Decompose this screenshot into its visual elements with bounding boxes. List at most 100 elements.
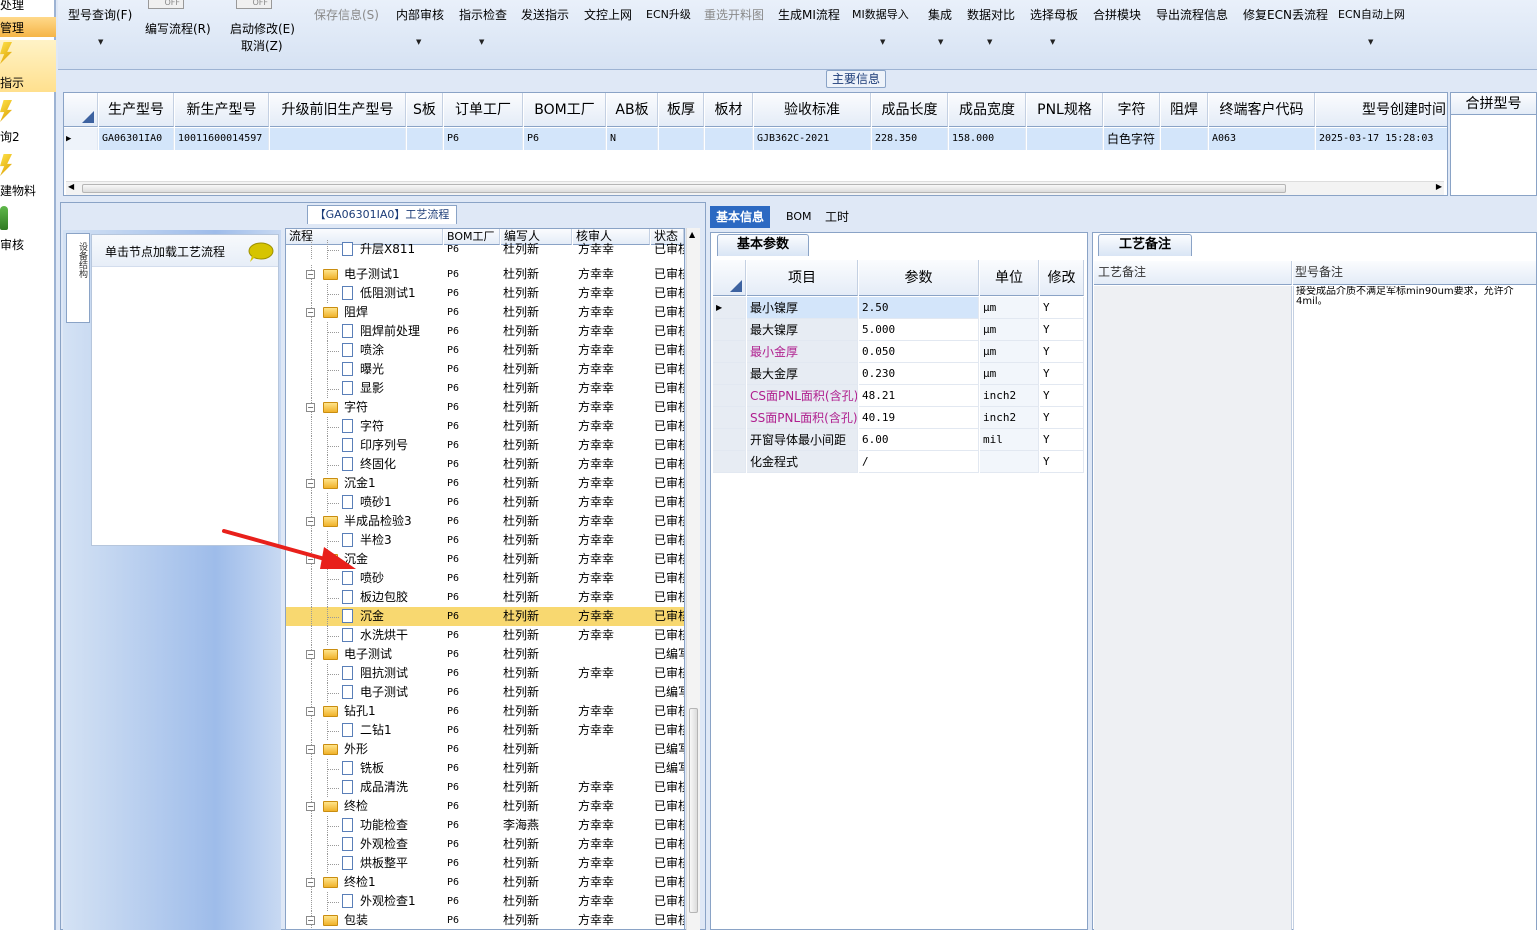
collapse-icon[interactable]: −: [306, 707, 315, 716]
tree-row[interactable]: 曝光 P6 杜列新 方幸幸 已审核: [286, 360, 684, 379]
data-compare-button[interactable]: 数据对比: [967, 6, 1015, 23]
row-indicator[interactable]: [713, 319, 746, 341]
tree-row[interactable]: 外观检查1 P6 杜列新 方幸幸 已审核: [286, 892, 684, 911]
nav-item-review[interactable]: 审核: [0, 204, 56, 252]
column-header[interactable]: 单位: [980, 260, 1039, 296]
chevron-down-icon[interactable]: ▼: [479, 38, 484, 46]
column-header[interactable]: 板厚: [659, 93, 704, 127]
column-header[interactable]: 成品宽度: [949, 93, 1026, 127]
model-note-header[interactable]: 型号备注: [1293, 261, 1536, 285]
tree-row[interactable]: − 字符 P6 杜列新 方幸幸 已审核: [286, 398, 684, 417]
tree-row[interactable]: 喷砂1 P6 杜列新 方幸幸 已审核: [286, 493, 684, 512]
grid-cell[interactable]: [659, 128, 704, 150]
collapse-icon[interactable]: −: [306, 878, 315, 887]
param-row[interactable]: SS面PNL面积(含孔) 40.19 inch2 Y: [713, 407, 1084, 429]
internal-review-button[interactable]: 内部审核: [396, 6, 444, 23]
column-header[interactable]: 验收标准: [754, 93, 871, 127]
toggle-switch[interactable]: OFF: [236, 0, 272, 9]
tab-bom[interactable]: BOM: [780, 206, 818, 228]
collapse-icon[interactable]: −: [306, 308, 315, 317]
column-header[interactable]: 参数: [859, 260, 979, 296]
collapse-icon[interactable]: −: [306, 517, 315, 526]
nav-item-process[interactable]: 处理: [0, 0, 56, 12]
column-header[interactable]: AB板: [607, 93, 658, 127]
ecn-upgrade-button[interactable]: ECN升级: [646, 6, 691, 22]
process-note-field[interactable]: [1094, 286, 1292, 930]
generate-mi-flow-button[interactable]: 生成MI流程: [778, 6, 840, 23]
column-header[interactable]: 订单工厂: [444, 93, 523, 127]
grid-cell[interactable]: [270, 128, 406, 150]
collapse-icon[interactable]: −: [306, 916, 315, 925]
chevron-down-icon[interactable]: ▼: [938, 38, 943, 46]
nav-item-manage[interactable]: 管理: [0, 17, 56, 37]
write-flow-button[interactable]: 编写流程(R): [145, 20, 211, 37]
tab-basic-info[interactable]: 基本信息: [710, 206, 771, 228]
column-header[interactable]: PNL规格: [1027, 93, 1103, 127]
param-modify-cell[interactable]: Y: [1040, 429, 1084, 451]
grid-cell[interactable]: P6: [524, 128, 606, 150]
tree-row[interactable]: 升层X811 P6 杜列新 方幸幸 已审核: [286, 240, 684, 259]
cancel-button[interactable]: 取消(Z): [241, 37, 283, 54]
tree-row[interactable]: 半检3 P6 杜列新 方幸幸 已审核: [286, 531, 684, 550]
param-value-cell[interactable]: 0.050: [859, 341, 979, 363]
grid-cell[interactable]: N: [607, 128, 658, 150]
tree-row[interactable]: 终固化 P6 杜列新 方幸幸 已审核: [286, 455, 684, 474]
param-modify-cell[interactable]: Y: [1040, 407, 1084, 429]
tree-row[interactable]: − 包装 P6 杜列新 方幸幸 已审核: [286, 911, 684, 929]
send-instruction-button[interactable]: 发送指示: [521, 6, 569, 23]
param-row[interactable]: ▶ 最小镍厚 2.50 μm Y: [713, 297, 1084, 319]
structure-tab[interactable]: 设备结构: [66, 233, 90, 323]
scroll-right-icon[interactable]: ▶: [1436, 182, 1442, 191]
tree-row[interactable]: − 沉金1 P6 杜列新 方幸幸 已审核: [286, 474, 684, 493]
param-modify-cell[interactable]: Y: [1040, 341, 1084, 363]
param-row[interactable]: 最大镍厚 5.000 μm Y: [713, 319, 1084, 341]
tree-row[interactable]: − 终检 P6 杜列新 方幸幸 已审核: [286, 797, 684, 816]
scroll-left-icon[interactable]: ◀: [68, 182, 74, 191]
tree-row[interactable]: 显影 P6 杜列新 方幸幸 已审核: [286, 379, 684, 398]
param-value-cell[interactable]: 5.000: [859, 319, 979, 341]
grid-cell[interactable]: [407, 128, 443, 150]
param-value-cell[interactable]: 48.21: [859, 385, 979, 407]
grid-cell[interactable]: GA06301IA0: [99, 128, 174, 150]
row-indicator[interactable]: ▶: [64, 128, 98, 150]
grid-cell[interactable]: [1027, 128, 1103, 150]
row-indicator[interactable]: [713, 341, 746, 363]
tree-row[interactable]: 喷砂 P6 杜列新 方幸幸 已审核: [286, 569, 684, 588]
basic-params-title[interactable]: 基本参数: [717, 234, 809, 256]
collapse-icon[interactable]: −: [306, 403, 315, 412]
tree-row[interactable]: 水洗烘干 P6 杜列新 方幸幸 已审核: [286, 626, 684, 645]
param-value-cell[interactable]: 6.00: [859, 429, 979, 451]
nav-item-create-material[interactable]: 建物料: [0, 152, 56, 198]
param-modify-cell[interactable]: Y: [1040, 385, 1084, 407]
grid-cell[interactable]: 158.000: [949, 128, 1026, 150]
collapse-icon[interactable]: −: [306, 270, 315, 279]
row-indicator[interactable]: [713, 407, 746, 429]
tree-row[interactable]: 字符 P6 杜列新 方幸幸 已审核: [286, 417, 684, 436]
tree-row[interactable]: 板边包胶 P6 杜列新 方幸幸 已审核: [286, 588, 684, 607]
chevron-down-icon[interactable]: ▼: [880, 38, 885, 46]
model-query-button[interactable]: 型号查询(F): [68, 6, 132, 23]
row-indicator[interactable]: [713, 429, 746, 451]
column-header[interactable]: BOM工厂: [524, 93, 606, 127]
vertical-scrollbar[interactable]: ▲: [686, 228, 700, 930]
start-edit-button[interactable]: 启动修改(E): [230, 20, 295, 37]
process-note-header[interactable]: 工艺备注: [1094, 261, 1292, 285]
tree-row[interactable]: − 阻焊 P6 杜列新 方幸幸 已审核: [286, 303, 684, 322]
column-header[interactable]: 项目: [747, 260, 858, 296]
column-header[interactable]: 阻焊: [1161, 93, 1208, 127]
column-header[interactable]: 生产型号: [99, 93, 174, 127]
tree-row[interactable]: 阻抗测试 P6 杜列新 方幸幸 已审核: [286, 664, 684, 683]
tree-row[interactable]: 印序列号 P6 杜列新 方幸幸 已审核: [286, 436, 684, 455]
tree-row[interactable]: 电子测试 P6 杜列新 已编写: [286, 683, 684, 702]
horizontal-scrollbar[interactable]: ◀ ▶: [66, 181, 1444, 195]
row-indicator[interactable]: [713, 451, 746, 473]
tree-row[interactable]: − 电子测试 P6 杜列新 已编写: [286, 645, 684, 664]
mi-data-import-button[interactable]: MI数据导入: [852, 6, 909, 22]
tree-row[interactable]: 铣板 P6 杜列新 已编写: [286, 759, 684, 778]
scroll-up-icon[interactable]: ▲: [689, 230, 695, 239]
param-modify-cell[interactable]: Y: [1040, 297, 1084, 319]
collapse-icon[interactable]: −: [306, 555, 315, 564]
tree-row[interactable]: − 终检1 P6 杜列新 方幸幸 已审核: [286, 873, 684, 892]
tree-row[interactable]: − 电子测试1 P6 杜列新 方幸幸 已审核: [286, 265, 684, 284]
tree-row[interactable]: 喷涂 P6 杜列新 方幸幸 已审核: [286, 341, 684, 360]
